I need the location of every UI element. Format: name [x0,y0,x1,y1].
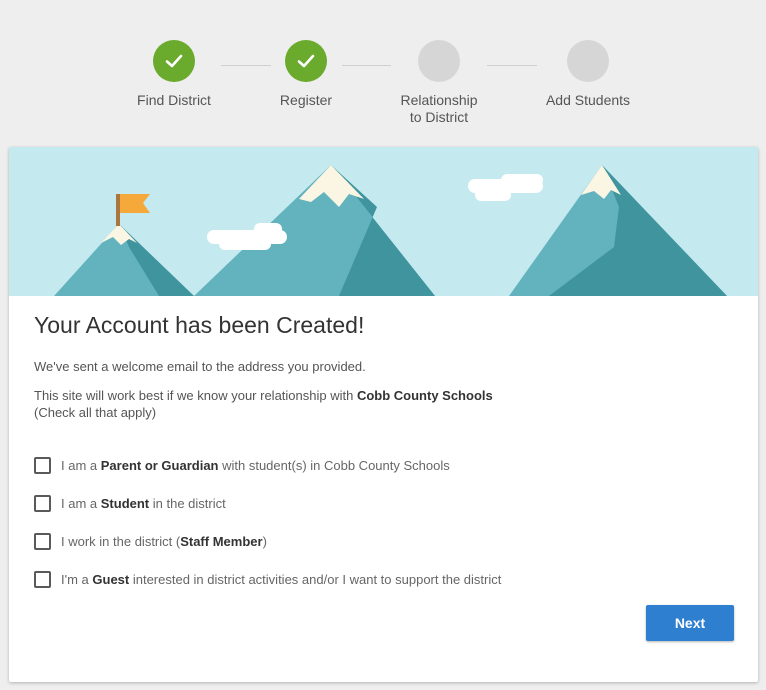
guest-checkbox[interactable] [34,570,51,588]
step-label-line2: to District [409,109,469,125]
relationship-prefix: This site will work best if we know your… [34,388,357,403]
check-hint: (Check all that apply) [34,405,157,420]
step-circle [567,40,609,82]
mountains-illustration [54,165,727,296]
relationship-prompt: This site will work best if we know your… [34,387,733,421]
progress-stepper: Find District Register Relationship to D… [0,0,766,140]
district-name: Cobb County Schools [356,388,493,403]
card-content: Your Account has been Created! We've sen… [34,312,733,598]
check-icon [285,40,327,82]
step-circle [418,40,460,82]
cloud-icon [468,174,543,201]
staff-member-checkbox[interactable] [34,532,51,550]
option-label: I work in the district (Staff Member) [61,533,267,549]
option-label: I'm a Guest interested in district activ… [61,571,502,587]
step-label: Add Students [545,92,631,108]
step-add-students: Add Students [508,40,668,109]
option-guest[interactable]: I'm a Guest interested in district activ… [34,560,733,598]
next-button[interactable]: Next [646,605,734,641]
option-parent-guardian[interactable]: I am a Parent or Guardian with student(s… [34,446,733,484]
relationship-options: I am a Parent or Guardian with student(s… [34,446,733,598]
parent-guardian-checkbox[interactable] [34,456,51,474]
step-label: Relationship to District [359,92,519,126]
account-created-card: Your Account has been Created! We've sen… [9,147,758,682]
step-label-line1: Relationship [400,92,478,108]
option-label: I am a Student in the district [61,495,226,511]
check-icon [153,40,195,82]
option-staff-member[interactable]: I work in the district (Staff Member) [34,522,733,560]
student-checkbox[interactable] [34,494,51,512]
mountain-banner [9,147,758,296]
step-relationship: Relationship to District [359,40,519,126]
option-student[interactable]: I am a Student in the district [34,484,733,522]
option-label: I am a Parent or Guardian with student(s… [61,457,450,473]
welcome-message: We've sent a welcome email to the addres… [34,359,366,374]
page-title: Your Account has been Created! [34,312,365,338]
